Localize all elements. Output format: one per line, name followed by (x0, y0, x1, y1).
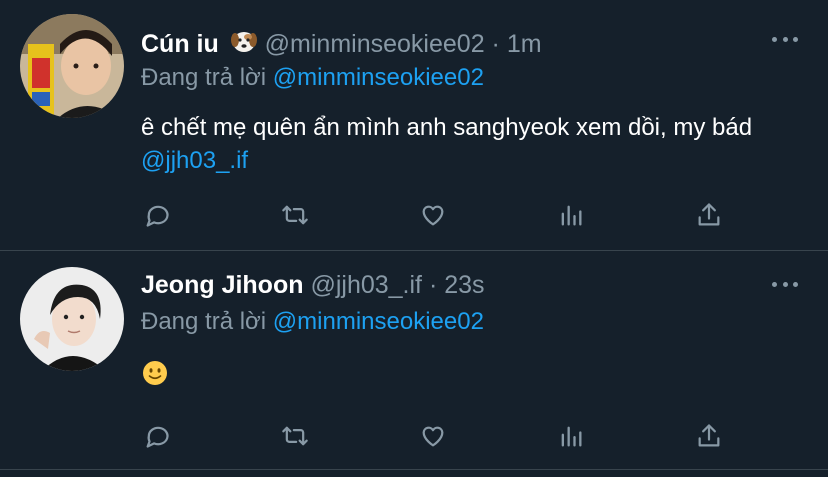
replying-to-mention[interactable]: @minminseokiee02 (273, 64, 484, 91)
retweet-icon[interactable] (279, 200, 311, 230)
replying-to-label: Đang trả lời (141, 64, 267, 91)
timestamp[interactable]: 1m (507, 30, 542, 58)
display-name[interactable]: Cún iu (141, 30, 219, 58)
replying-to-label: Đang trả lời (141, 308, 267, 335)
tweet-header: Jeong Jihoon @jjh03_.if · 23s (141, 271, 485, 300)
like-icon[interactable] (417, 421, 449, 451)
tweet-text (141, 359, 169, 396)
timestamp[interactable]: 23s (444, 271, 484, 299)
dog-face-emoji-icon (230, 27, 258, 62)
share-icon[interactable] (693, 421, 725, 451)
analytics-icon[interactable] (555, 421, 587, 451)
replying-to-mention[interactable]: @minminseokiee02 (273, 308, 484, 335)
tweet-header: Cún iu @minminseokiee02 · 1m (141, 27, 542, 62)
reply-icon[interactable] (141, 421, 173, 451)
like-icon[interactable] (417, 200, 449, 230)
avatar[interactable] (20, 14, 124, 118)
slightly-smiling-face-emoji-icon (141, 361, 169, 393)
action-bar (141, 200, 741, 230)
tweet[interactable]: Cún iu @minminseokiee02 · 1m Đang trả lờ… (0, 0, 828, 251)
analytics-icon[interactable] (555, 200, 587, 230)
tweet-text-content: ê chết mẹ quên ẩn mình anh sanghyeok xem… (141, 114, 753, 141)
more-options-icon[interactable] (772, 279, 798, 289)
user-handle[interactable]: @minminseokiee02 (265, 30, 485, 58)
replying-to: Đang trả lời @minminseokiee02 (141, 64, 484, 92)
reply-icon[interactable] (141, 200, 173, 230)
avatar[interactable] (20, 267, 124, 371)
display-name[interactable]: Jeong Jihoon (141, 271, 304, 299)
separator: · (491, 30, 500, 58)
separator: · (428, 271, 438, 299)
retweet-icon[interactable] (279, 421, 311, 451)
tweet-mention[interactable]: @jjh03_.if (141, 147, 248, 174)
replying-to: Đang trả lời @minminseokiee02 (141, 308, 484, 336)
share-icon[interactable] (693, 200, 725, 230)
tweet[interactable]: Jeong Jihoon @jjh03_.if · 23s Đang trả l… (0, 251, 828, 470)
more-options-icon[interactable] (772, 34, 798, 44)
action-bar (141, 421, 741, 451)
tweet-text: ê chết mẹ quên ẩn mình anh sanghyeok xem… (141, 111, 811, 177)
user-handle[interactable]: @jjh03_.if (310, 271, 422, 299)
